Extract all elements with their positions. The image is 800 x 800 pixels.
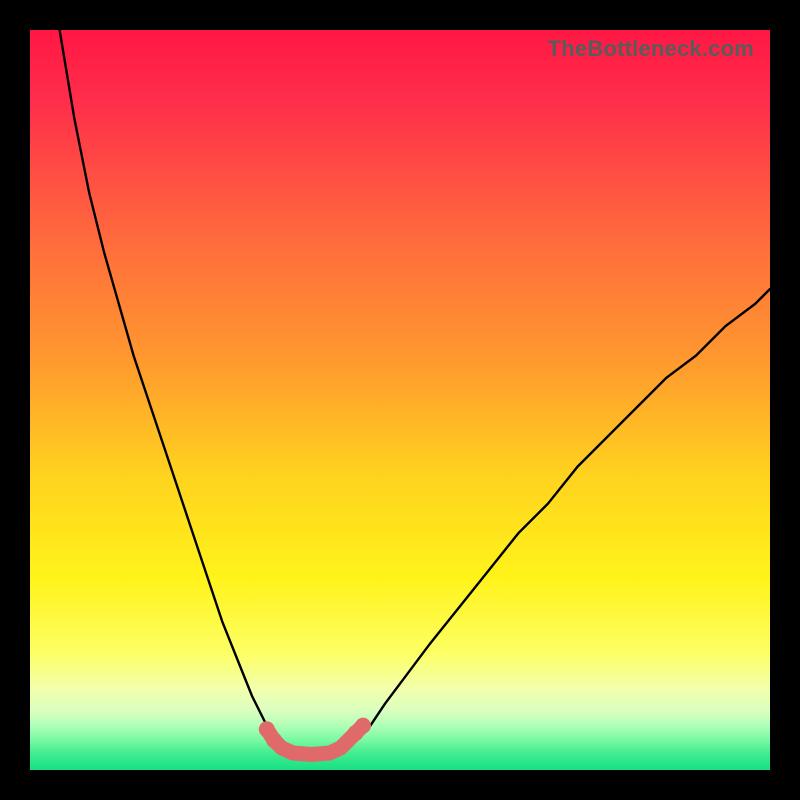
trough-dot — [355, 718, 371, 734]
chart-stage: TheBottleneck.com — [0, 0, 800, 800]
curves-layer — [30, 30, 770, 770]
plot-area: TheBottleneck.com — [30, 30, 770, 770]
watermark-text: TheBottleneck.com — [548, 36, 754, 62]
left-curve — [60, 30, 278, 740]
trough-dot — [266, 732, 282, 748]
right-curve — [356, 289, 770, 740]
